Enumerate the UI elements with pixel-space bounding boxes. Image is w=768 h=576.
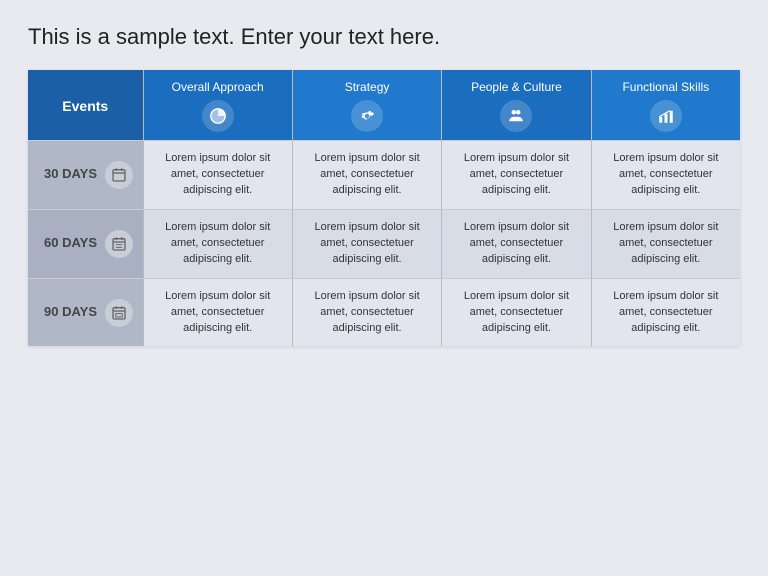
gear-icon	[351, 100, 383, 132]
cell-90d-skills: Lorem ipsum dolor sit amet, consectetuer…	[591, 278, 740, 346]
cell-30d-people: Lorem ipsum dolor sit amet, consectetuer…	[442, 141, 591, 210]
functional-skills-icon-wrapper	[600, 100, 732, 132]
row-label-30days: 30 DAYS	[28, 141, 143, 210]
cell-30d-skills: Lorem ipsum dolor sit amet, consectetuer…	[591, 141, 740, 210]
pie-chart-icon	[202, 100, 234, 132]
strategy-icon-wrapper	[301, 100, 433, 132]
table-row: 90 DAYS	[28, 278, 740, 346]
cell-90d-approach: Lorem ipsum dolor sit amet, consectetuer…	[143, 278, 292, 346]
table-wrapper: Events Overall Approach	[28, 70, 740, 346]
row-label-90days: 90 DAYS	[28, 278, 143, 346]
cell-90d-people: Lorem ipsum dolor sit amet, consectetuer…	[442, 278, 591, 346]
calendar-60-icon	[105, 230, 133, 258]
cell-30d-approach: Lorem ipsum dolor sit amet, consectetuer…	[143, 141, 292, 210]
cell-60d-approach: Lorem ipsum dolor sit amet, consectetuer…	[143, 209, 292, 278]
table-row: 60 DAYS	[28, 209, 740, 278]
calendar-30-icon	[105, 161, 133, 189]
events-header: Events	[28, 70, 143, 141]
chart-bar-icon	[650, 100, 682, 132]
cell-90d-strategy: Lorem ipsum dolor sit amet, consectetuer…	[292, 278, 441, 346]
page-title: This is a sample text. Enter your text h…	[28, 24, 740, 50]
cell-60d-strategy: Lorem ipsum dolor sit amet, consectetuer…	[292, 209, 441, 278]
col-header-functional-skills: Functional Skills	[591, 70, 740, 141]
cell-60d-skills: Lorem ipsum dolor sit amet, consectetuer…	[591, 209, 740, 278]
cell-60d-people: Lorem ipsum dolor sit amet, consectetuer…	[442, 209, 591, 278]
main-table: Events Overall Approach	[28, 70, 740, 346]
people-icon	[500, 100, 532, 132]
cell-30d-strategy: Lorem ipsum dolor sit amet, consectetuer…	[292, 141, 441, 210]
col-header-people-culture: People & Culture	[442, 70, 591, 141]
page: This is a sample text. Enter your text h…	[0, 0, 768, 576]
row-label-60days: 60 DAYS	[28, 209, 143, 278]
col-header-overall-approach: Overall Approach	[143, 70, 292, 141]
overall-approach-icon-wrapper	[152, 100, 284, 132]
people-culture-icon-wrapper	[450, 100, 582, 132]
table-row: 30 DAYS Lorem ipsum dolor	[28, 141, 740, 210]
col-header-strategy: Strategy	[292, 70, 441, 141]
calendar-90-icon	[105, 299, 133, 327]
